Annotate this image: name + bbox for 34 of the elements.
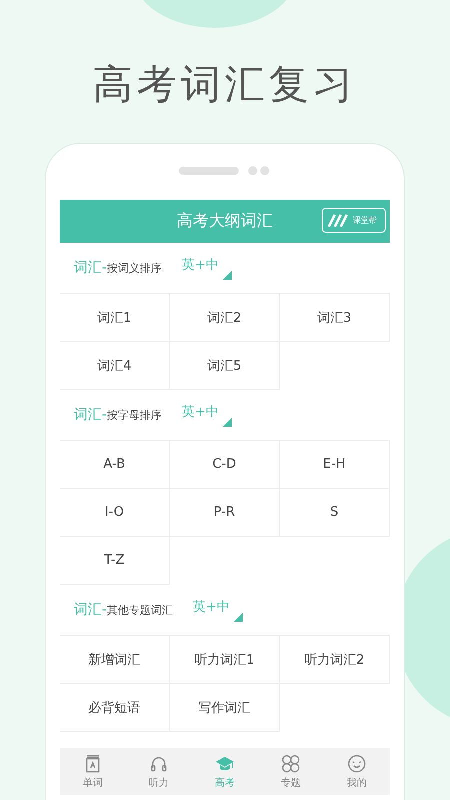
corner-triangle-icon	[222, 418, 232, 426]
logo-text: 课堂帮	[353, 215, 377, 226]
stripes-icon	[327, 214, 349, 228]
vocabulary-list-item[interactable]: 听力词汇2	[280, 636, 390, 684]
vocabulary-list-item[interactable]: E-H	[280, 441, 390, 489]
vocabulary-list-item[interactable]: 词汇2	[170, 294, 280, 342]
clover-icon	[281, 754, 301, 774]
vocabulary-list-item[interactable]: 词汇5	[170, 342, 280, 390]
vocabulary-list-item[interactable]: 新增词汇	[60, 636, 170, 684]
vocabulary-list-item[interactable]: 听力词汇1	[170, 636, 280, 684]
vocabulary-list-item[interactable]: 词汇1	[60, 294, 170, 342]
vocabulary-list-item[interactable]: P-R	[170, 489, 280, 537]
header-title: 高考大纲词汇	[177, 211, 273, 232]
section-prefix: 词汇-	[74, 601, 108, 619]
vocabulary-list-item[interactable]: 词汇3	[280, 294, 390, 342]
section-title: 按词义排序	[107, 260, 162, 276]
corner-triangle-icon	[234, 612, 243, 622]
vocabulary-list-item[interactable]: 写作词汇	[170, 684, 280, 732]
section-title: 按字母排序	[107, 408, 162, 422]
phone-speaker	[179, 167, 239, 175]
section-title: 其他专题词汇	[107, 602, 174, 618]
corner-triangle-icon	[222, 270, 232, 280]
smiley-icon	[347, 754, 367, 774]
section-prefix: 词汇-	[74, 259, 108, 277]
vocabulary-list-item[interactable]: C-D	[170, 441, 280, 489]
headline: 高考词汇复习	[93, 61, 357, 110]
vocabulary-list-item[interactable]: A-B	[60, 441, 170, 489]
camera-dots-icon	[247, 166, 271, 176]
vocabulary-list-item[interactable]: 必背短语	[60, 684, 170, 732]
vocabulary-list-item[interactable]: T-Z	[60, 537, 170, 585]
vocabulary-list-item[interactable]: 词汇4	[60, 342, 170, 390]
vocabulary-list-item[interactable]: S	[280, 489, 390, 537]
vocabulary-list-item[interactable]: I-O	[60, 489, 170, 537]
section-prefix: 词汇-	[74, 406, 108, 424]
